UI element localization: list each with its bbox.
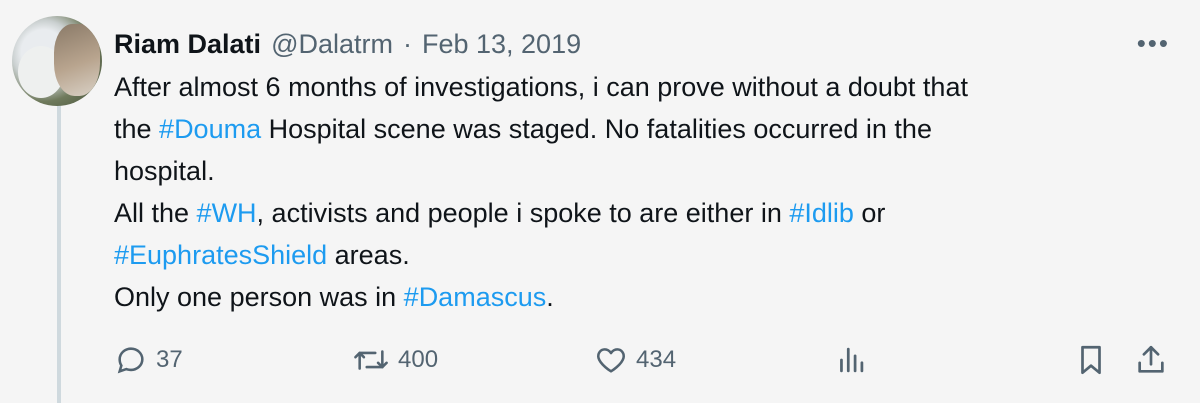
tweet-line: After almost 6 months of investigations,… bbox=[114, 66, 1174, 108]
views-button[interactable] bbox=[836, 338, 866, 382]
separator-dot: · bbox=[402, 28, 412, 59]
hashtag-link[interactable]: #EuphratesShield bbox=[114, 240, 327, 270]
reply-count: 37 bbox=[156, 346, 183, 373]
tweet-header: Riam Dalati @Dalatrm · Feb 13, 2019 bbox=[114, 22, 581, 66]
like-button[interactable]: 434 bbox=[594, 338, 676, 382]
tweet-text-segment: . bbox=[546, 282, 554, 312]
tweet-date[interactable]: Feb 13, 2019 bbox=[422, 29, 581, 60]
tweet-text-segment: hospital. bbox=[114, 156, 215, 186]
author-name[interactable]: Riam Dalati bbox=[114, 29, 261, 60]
tweet-text: After almost 6 months of investigations,… bbox=[114, 66, 1174, 318]
tweet-text-segment: , activists and people i spoke to are ei… bbox=[256, 198, 790, 228]
retweet-button[interactable]: 400 bbox=[352, 338, 438, 382]
bookmark-icon bbox=[1076, 343, 1106, 377]
hashtag-link[interactable]: #Idlib bbox=[789, 198, 854, 228]
tweet-text-segment: or bbox=[853, 198, 886, 228]
tweet-line: the #Douma Hospital scene was staged. No… bbox=[114, 108, 1174, 150]
views-icon bbox=[836, 343, 866, 377]
tweet-text-segment: Hospital scene was staged. No fatalities… bbox=[261, 114, 932, 144]
reply-button[interactable]: 37 bbox=[114, 338, 183, 382]
author-handle[interactable]: @Dalatrm bbox=[271, 29, 393, 60]
tweet-text-segment: Only one person was in bbox=[114, 282, 404, 312]
more-icon[interactable]: ••• bbox=[1137, 30, 1170, 56]
avatar[interactable] bbox=[12, 16, 102, 106]
share-button[interactable] bbox=[1134, 338, 1168, 382]
tweet-line: hospital. bbox=[114, 150, 1174, 192]
hashtag-link[interactable]: #Damascus bbox=[404, 282, 547, 312]
retweet-icon bbox=[352, 343, 390, 377]
tweet-line: All the #WH, activists and people i spok… bbox=[114, 192, 1174, 234]
tweet-text-segment: After almost 6 months of investigations,… bbox=[114, 72, 968, 102]
like-count: 434 bbox=[636, 346, 677, 373]
avatar-face bbox=[54, 24, 100, 96]
tweet-text-segment: areas. bbox=[327, 240, 410, 270]
tweet-line: Only one person was in #Damascus. bbox=[114, 276, 1174, 318]
share-icon bbox=[1134, 343, 1168, 377]
tweet-text-segment: All the bbox=[114, 198, 197, 228]
tweet-line: #EuphratesShield areas. bbox=[114, 234, 1174, 276]
hashtag-link[interactable]: #Douma bbox=[159, 114, 261, 144]
bookmark-button[interactable] bbox=[1076, 338, 1106, 382]
tweet-text-segment: the bbox=[114, 114, 160, 144]
action-bar: 37 400 434 bbox=[114, 338, 1174, 382]
like-icon bbox=[594, 343, 628, 377]
hashtag-link[interactable]: #WH bbox=[197, 198, 257, 228]
reply-icon bbox=[114, 343, 148, 377]
thread-line bbox=[57, 104, 61, 403]
retweet-count: 400 bbox=[398, 346, 439, 373]
